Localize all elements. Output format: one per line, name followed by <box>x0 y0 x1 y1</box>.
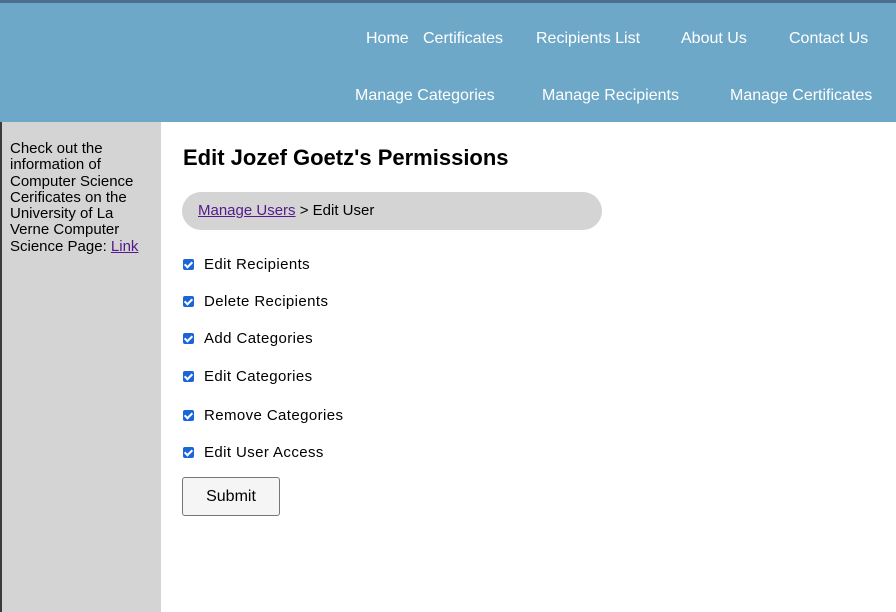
permission-remove-categories: Remove Categories <box>183 406 343 424</box>
permission-edit-user-access: Edit User Access <box>183 443 324 461</box>
nav-link-certificates[interactable]: Certificates <box>423 30 503 48</box>
permission-label: Remove Categories <box>204 406 344 424</box>
nav-link-about-us[interactable]: About Us <box>681 30 747 48</box>
main-content: Edit Jozef Goetz's Permissions Manage Us… <box>161 122 896 612</box>
permission-label: Delete Recipients <box>204 292 329 310</box>
breadcrumb-separator: > <box>295 202 313 219</box>
breadcrumb-link-manage-users[interactable]: Manage Users <box>198 202 296 219</box>
sidebar-info: Check out the information of Computer Sc… <box>10 140 155 255</box>
nav-link-recipients-list[interactable]: Recipients List <box>536 30 640 48</box>
sidebar-info-link[interactable]: Link <box>111 238 139 255</box>
nav-link-home[interactable]: Home <box>366 30 409 48</box>
checkbox-edit-categories[interactable] <box>183 370 194 382</box>
submit-button[interactable]: Submit <box>182 477 280 516</box>
checkbox-delete-recipients[interactable] <box>183 295 194 307</box>
checkbox-remove-categories[interactable] <box>183 409 194 421</box>
checkbox-edit-recipients[interactable] <box>183 258 194 270</box>
breadcrumb-current: Edit User <box>312 202 375 219</box>
permission-add-categories: Add Categories <box>183 329 313 347</box>
nav-link-contact-us[interactable]: Contact Us <box>789 30 868 48</box>
nav-link-manage-categories[interactable]: Manage Categories <box>355 87 495 105</box>
sidebar: Check out the information of Computer Sc… <box>0 122 161 612</box>
nav-link-manage-recipients[interactable]: Manage Recipients <box>542 87 679 105</box>
permission-edit-recipients: Edit Recipients <box>183 255 310 273</box>
permission-label: Add Categories <box>204 329 313 347</box>
permission-label: Edit Categories <box>204 367 313 385</box>
checkbox-edit-user-access[interactable] <box>183 446 194 458</box>
breadcrumb: Manage Users > Edit User <box>182 192 602 230</box>
checkbox-add-categories[interactable] <box>183 332 194 344</box>
permission-label: Edit Recipients <box>204 255 311 273</box>
permission-edit-categories: Edit Categories <box>183 367 313 385</box>
site-header: Home Certificates Recipients List About … <box>0 0 896 122</box>
permission-label: Edit User Access <box>204 443 324 461</box>
page: Home Certificates Recipients List About … <box>0 0 896 612</box>
nav-link-manage-certificates[interactable]: Manage Certificates <box>730 87 872 105</box>
permission-delete-recipients: Delete Recipients <box>183 292 328 310</box>
page-title: Edit Jozef Goetz's Permissions <box>183 145 509 170</box>
